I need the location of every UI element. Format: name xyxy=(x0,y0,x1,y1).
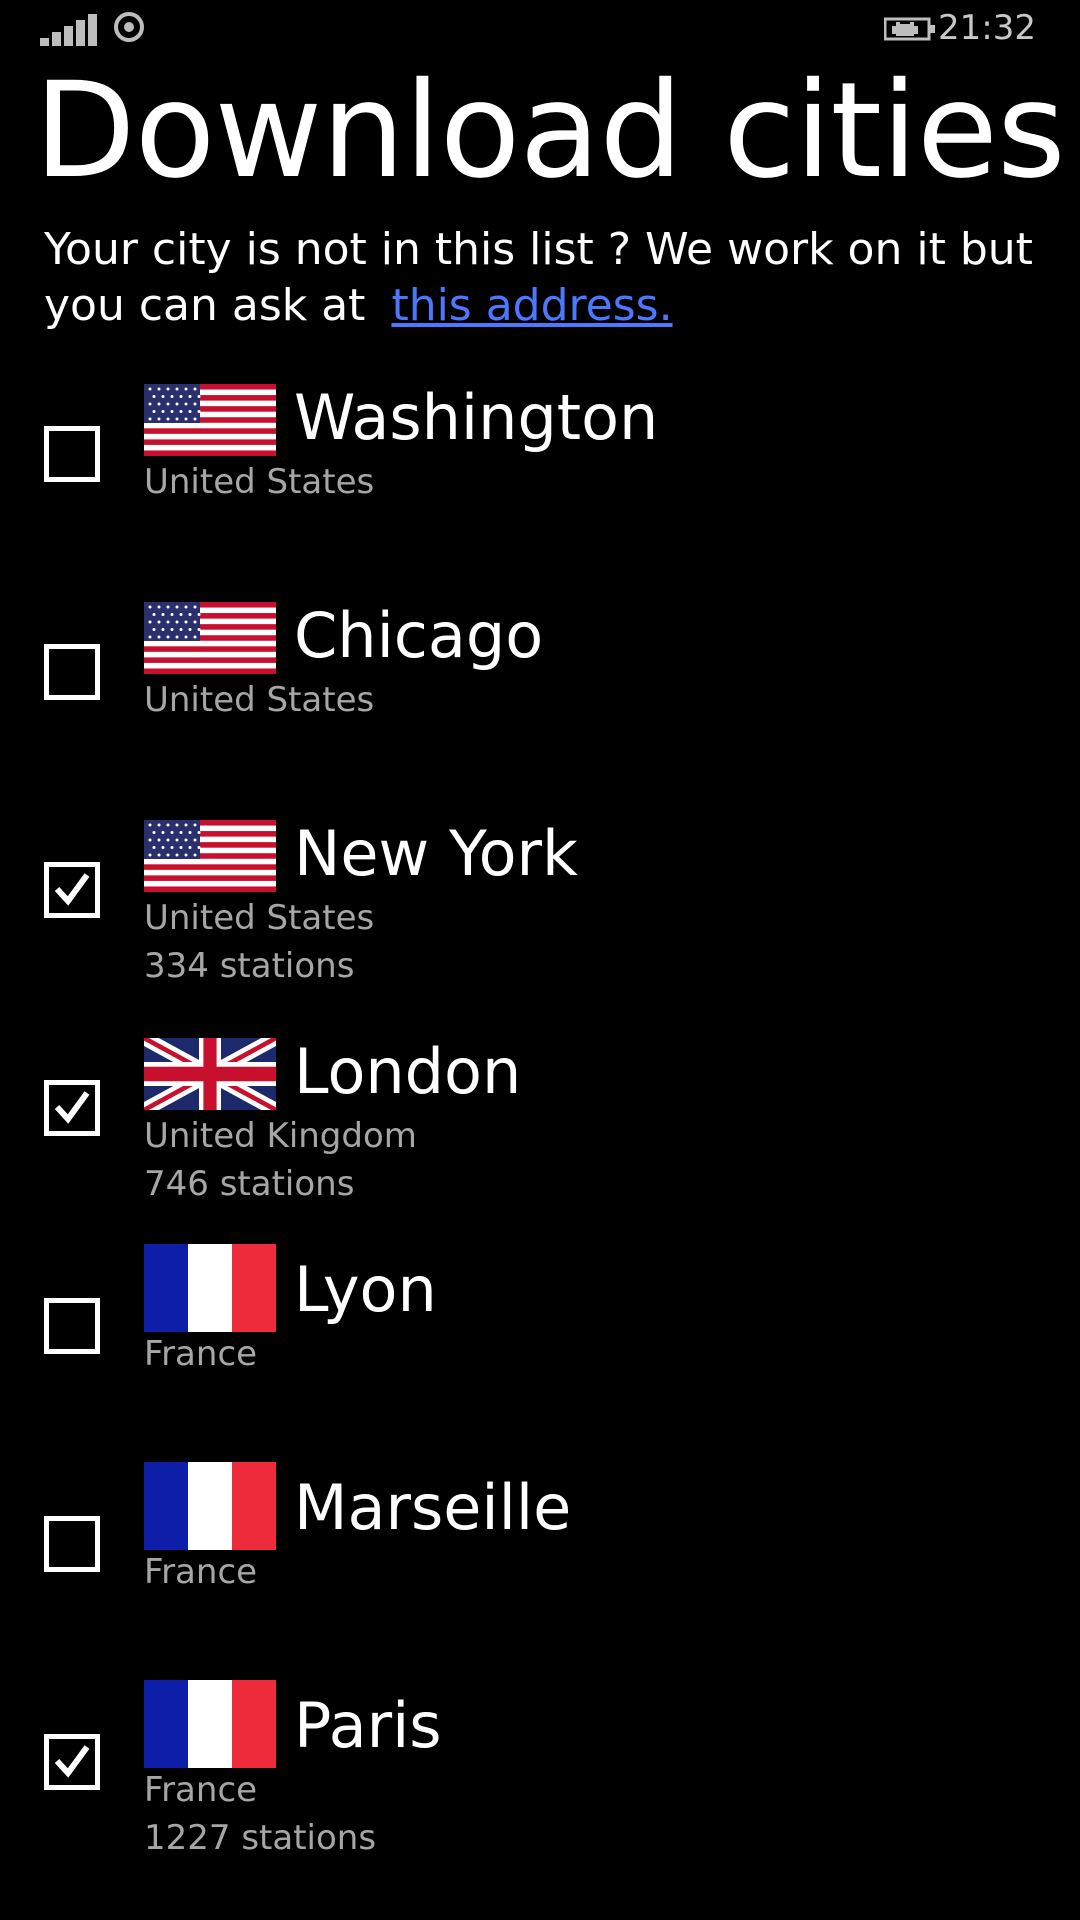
clock: 21:32 xyxy=(938,8,1036,48)
contact-address-link[interactable]: this address. xyxy=(391,280,672,331)
checkmark-icon xyxy=(54,1745,90,1778)
us-flag-icon xyxy=(144,602,276,674)
city-name: New York xyxy=(294,817,578,890)
location-icon xyxy=(114,12,144,42)
city-name: Lyon xyxy=(294,1253,437,1326)
status-bar: 21:32 xyxy=(0,0,1080,60)
city-checkbox[interactable] xyxy=(44,426,100,482)
fr-flag-icon xyxy=(144,1244,276,1332)
city-checkbox[interactable] xyxy=(44,1298,100,1354)
fr-flag-icon xyxy=(144,1680,276,1768)
city-checkbox[interactable] xyxy=(44,1516,100,1572)
city-list-item[interactable]: New York United States 334 stations xyxy=(0,808,1080,1026)
uk-flag-icon xyxy=(144,1038,276,1110)
city-checkbox[interactable] xyxy=(44,862,100,918)
city-checkbox[interactable] xyxy=(44,1734,100,1790)
city-name: Washington xyxy=(294,381,659,454)
us-flag-icon xyxy=(144,384,276,456)
city-list-item[interactable]: London United Kingdom 746 stations xyxy=(0,1026,1080,1244)
city-country: United States xyxy=(144,680,375,720)
city-country: France xyxy=(144,1552,258,1592)
city-list-item[interactable]: Lyon France xyxy=(0,1244,1080,1462)
city-checkbox[interactable] xyxy=(44,1080,100,1136)
city-country: France xyxy=(144,1334,258,1374)
intro-text: Your city is not in this list ? We work … xyxy=(44,222,1074,334)
city-station-count: 334 stations xyxy=(144,946,355,986)
page-title: Download cities xyxy=(34,54,1066,208)
city-country: France xyxy=(144,1770,258,1810)
city-country: United Kingdom xyxy=(144,1116,417,1156)
city-list-item[interactable]: Chicago United States xyxy=(0,590,1080,808)
city-checkbox[interactable] xyxy=(44,644,100,700)
city-list: Washington United States Chicago United Sta… xyxy=(0,372,1080,1898)
city-station-count: 746 stations xyxy=(144,1164,355,1204)
city-name: Marseille xyxy=(294,1471,572,1544)
city-country: United States xyxy=(144,462,375,502)
city-station-count: 1227 stations xyxy=(144,1818,377,1858)
city-list-item[interactable]: Washington United States xyxy=(0,372,1080,590)
checkmark-icon xyxy=(54,873,90,906)
checkmark-icon xyxy=(54,1091,90,1124)
battery-charging-icon xyxy=(884,17,935,41)
city-name: Chicago xyxy=(294,599,544,672)
fr-flag-icon xyxy=(144,1462,276,1550)
city-list-item[interactable]: Paris France 1227 stations xyxy=(0,1680,1080,1898)
us-flag-icon xyxy=(144,820,276,892)
city-name: Paris xyxy=(294,1689,442,1762)
city-country: United States xyxy=(144,898,375,938)
signal-strength-icon xyxy=(40,12,97,46)
city-name: London xyxy=(294,1035,522,1108)
city-list-item[interactable]: Marseille France xyxy=(0,1462,1080,1680)
